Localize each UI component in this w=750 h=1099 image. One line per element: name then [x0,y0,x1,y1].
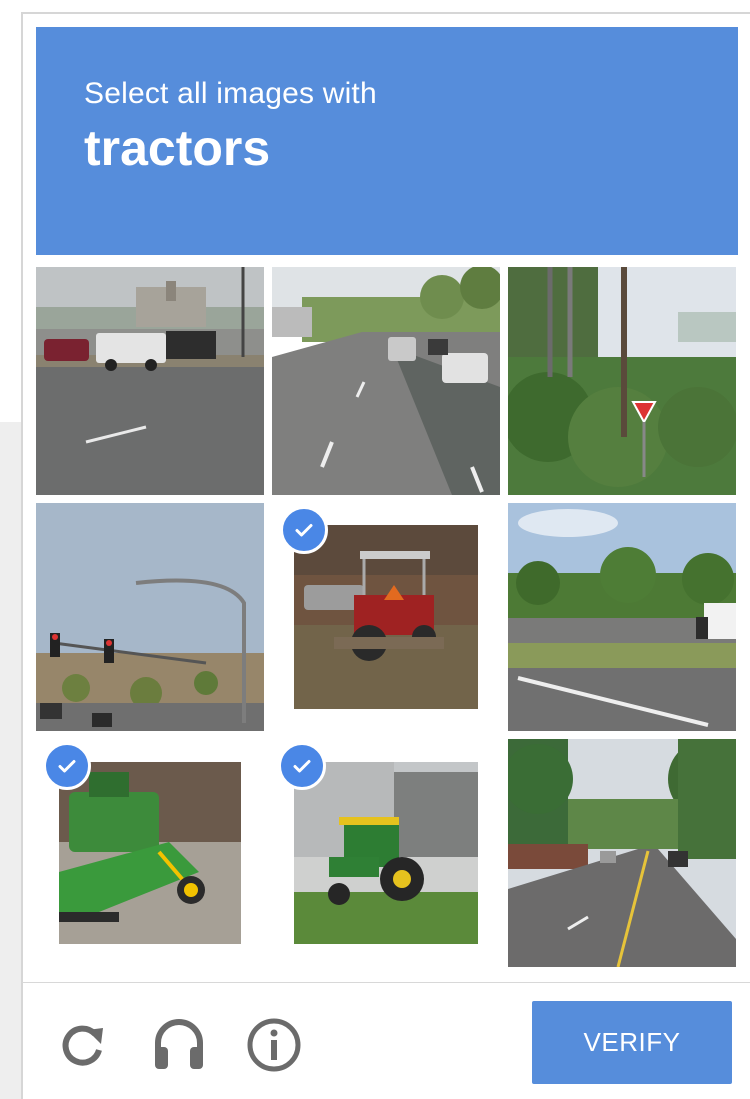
tile-6-image [508,503,736,731]
image-tile-8[interactable] [272,739,500,967]
headphones-icon [155,1019,203,1069]
tile-4-image [36,503,264,731]
audio-challenge-button[interactable] [150,1015,206,1071]
tile-3-image [508,267,736,495]
backdrop-shade [0,422,22,1099]
tile-8-image [294,762,478,944]
info-button[interactable] [245,1016,301,1072]
tile-1-image [36,267,264,495]
info-icon [247,1018,301,1072]
tile-9-image [508,739,736,967]
challenge-banner: Select all images with tractors [36,27,738,255]
tile-2-image [272,267,500,495]
verify-button[interactable]: VERIFY [532,1001,732,1084]
image-tile-6[interactable] [508,503,736,731]
reload-icon [62,1025,103,1066]
selected-check-icon [43,742,91,790]
image-tile-5[interactable] [272,503,500,731]
reload-button[interactable] [55,1018,111,1074]
challenge-prompt: Select all images with [84,77,377,110]
tile-7-image [59,762,241,944]
challenge-keyword: tractors [84,120,271,176]
image-tile-4[interactable] [36,503,264,731]
footer-divider [22,982,750,983]
image-tile-7[interactable] [36,739,264,967]
image-tile-1[interactable] [36,267,264,495]
tile-5-image [294,525,478,709]
image-tile-2[interactable] [272,267,500,495]
image-tile-9[interactable] [508,739,736,967]
selected-check-icon [278,742,326,790]
image-tile-3[interactable] [508,267,736,495]
selected-check-icon [280,506,328,554]
